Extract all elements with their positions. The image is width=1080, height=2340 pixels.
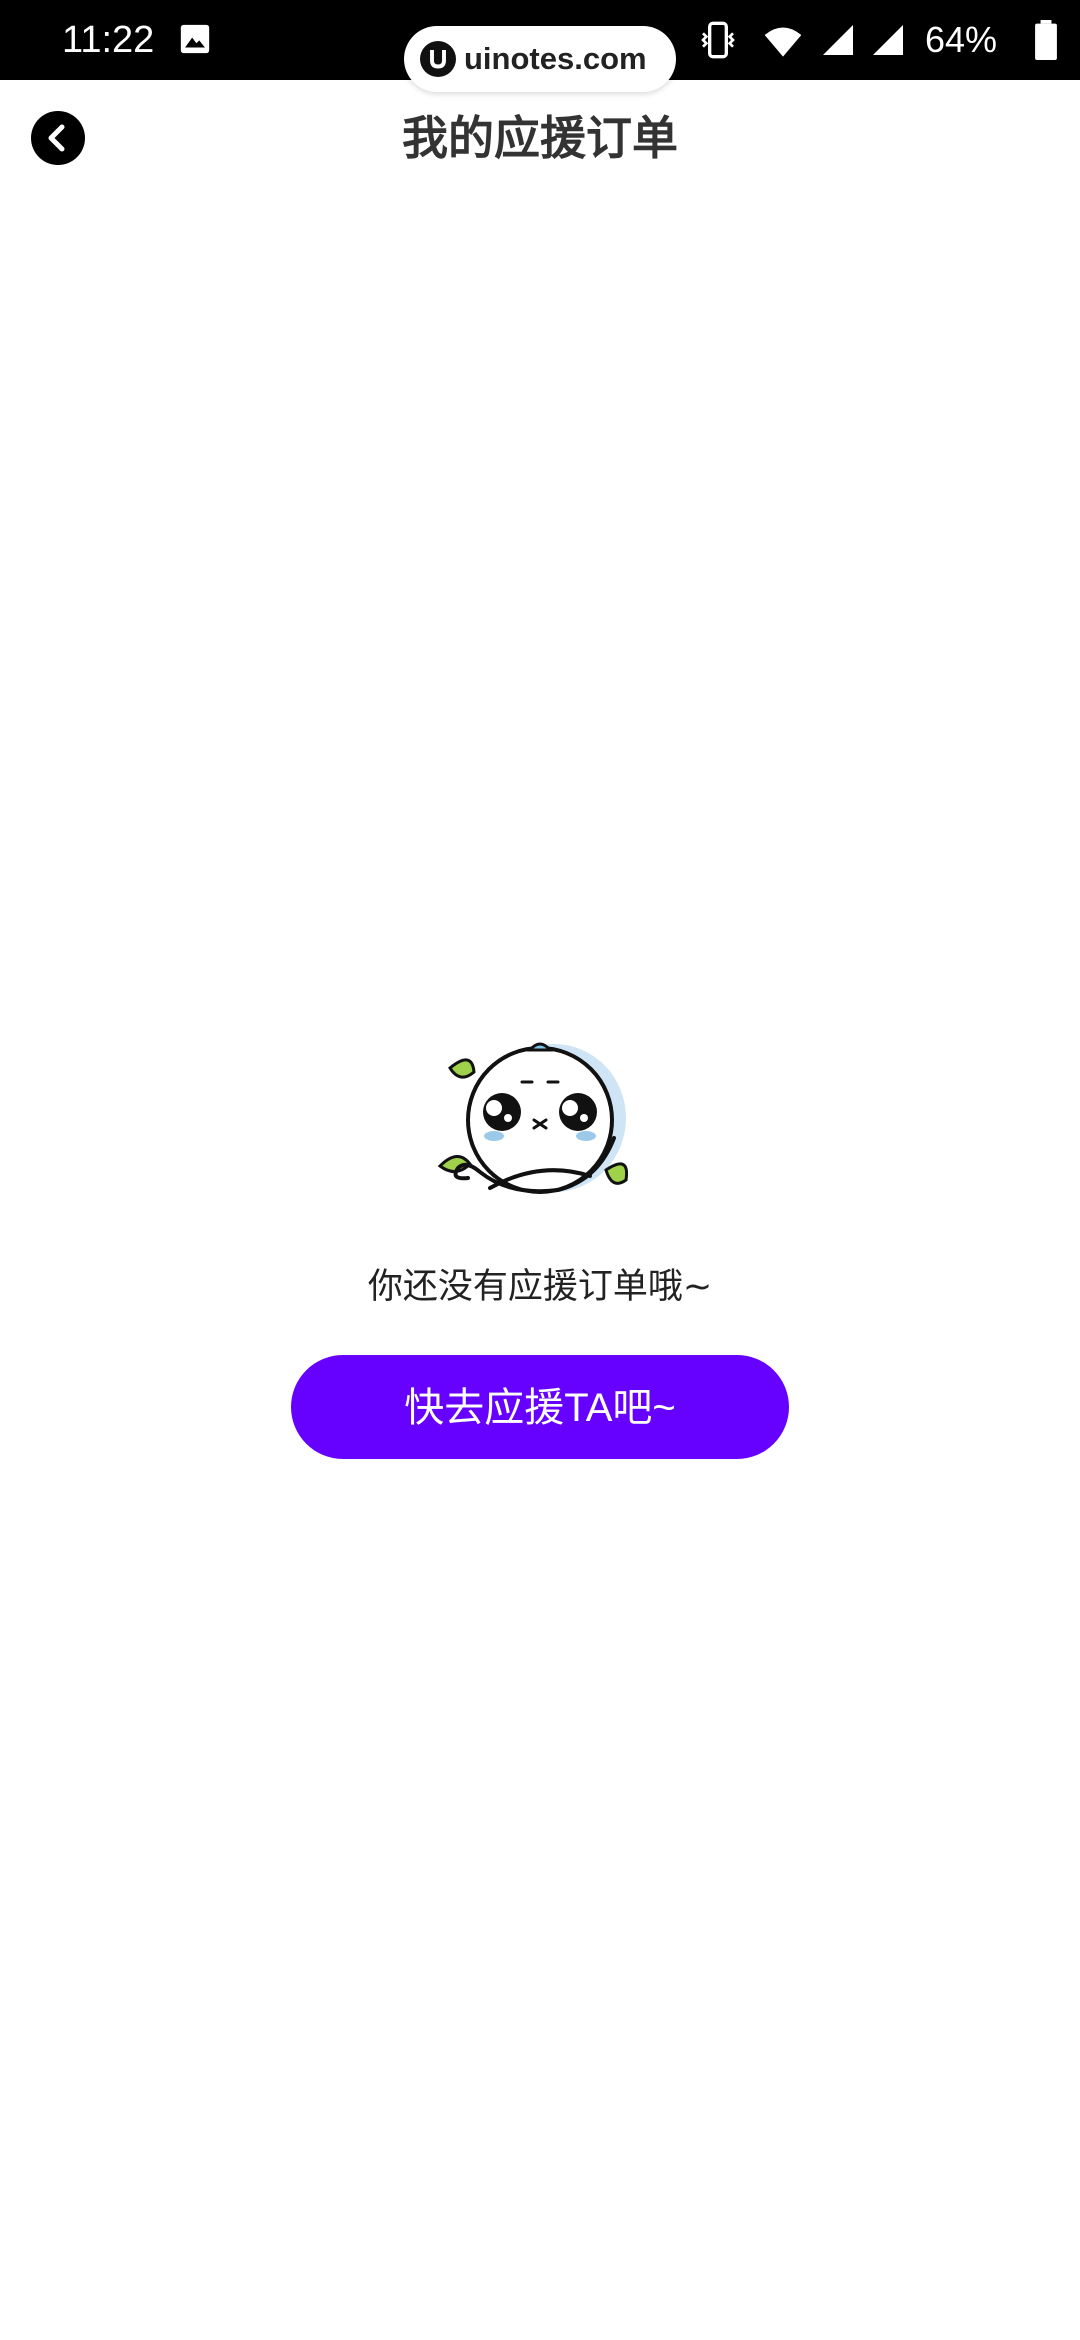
signal-icon (823, 25, 853, 55)
battery-icon (1035, 20, 1057, 60)
empty-state-message: 你还没有应援订单哦~ (367, 1267, 713, 1307)
go-support-button[interactable]: 快去应援TA吧~ (291, 1355, 789, 1459)
battery-percent: 64% (925, 19, 998, 60)
gallery-icon (180, 24, 210, 54)
uinotes-logo-icon (420, 41, 456, 77)
wifi-icon (764, 27, 802, 57)
signal-icon (873, 25, 903, 55)
status-icons: 64% (660, 0, 1080, 80)
status-time: 11:22 (62, 19, 155, 61)
watermark-badge: uinotes.com (404, 26, 676, 92)
page-title: 我的应援订单 (402, 111, 678, 165)
watermark-text: uinotes.com (464, 41, 647, 76)
vibrate-icon (701, 21, 735, 59)
crying-mascot-illustration (437, 1042, 629, 1194)
